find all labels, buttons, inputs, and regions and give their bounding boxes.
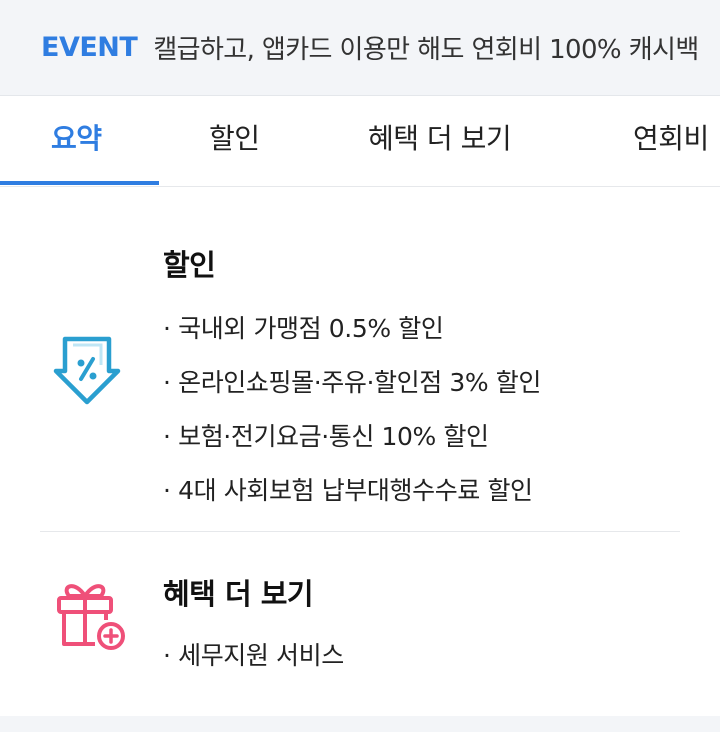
discount-item: · 국내외 가맹점 0.5% 할인 — [163, 314, 444, 343]
gift-plus-icon — [55, 578, 127, 652]
discount-item: · 온라인쇼핑몰·주유·할인점 3% 할인 — [163, 368, 541, 397]
discount-title: 할인 — [163, 248, 216, 282]
tab-discount[interactable]: 할인 — [209, 96, 260, 186]
bottom-separator — [0, 716, 720, 732]
more-benefits-title: 혜택 더 보기 — [163, 577, 314, 611]
discount-item: · 4대 사회보험 납부대행수수료 할인 — [163, 476, 533, 505]
tab-bar: 요약 할인 혜택 더 보기 연회비 — [0, 96, 720, 187]
section-divider — [40, 531, 680, 532]
event-label: EVENT — [41, 32, 138, 63]
discount-item: · 보험·전기요금·통신 10% 할인 — [163, 422, 489, 451]
more-benefits-item: · 세무지원 서비스 — [163, 641, 344, 670]
active-tab-indicator — [0, 181, 159, 185]
event-text: 캘급하고, 앱카드 이용만 해도 연회비 100% 캐시백 — [153, 35, 699, 65]
tab-more-benefits[interactable]: 혜택 더 보기 — [368, 96, 512, 186]
event-banner[interactable]: EVENT 캘급하고, 앱카드 이용만 해도 연회비 100% 캐시백 — [0, 0, 720, 96]
tab-summary[interactable]: 요약 — [51, 96, 102, 186]
tab-annual-fee[interactable]: 연회비 — [633, 96, 709, 186]
discount-tag-arrow-icon — [52, 335, 122, 407]
